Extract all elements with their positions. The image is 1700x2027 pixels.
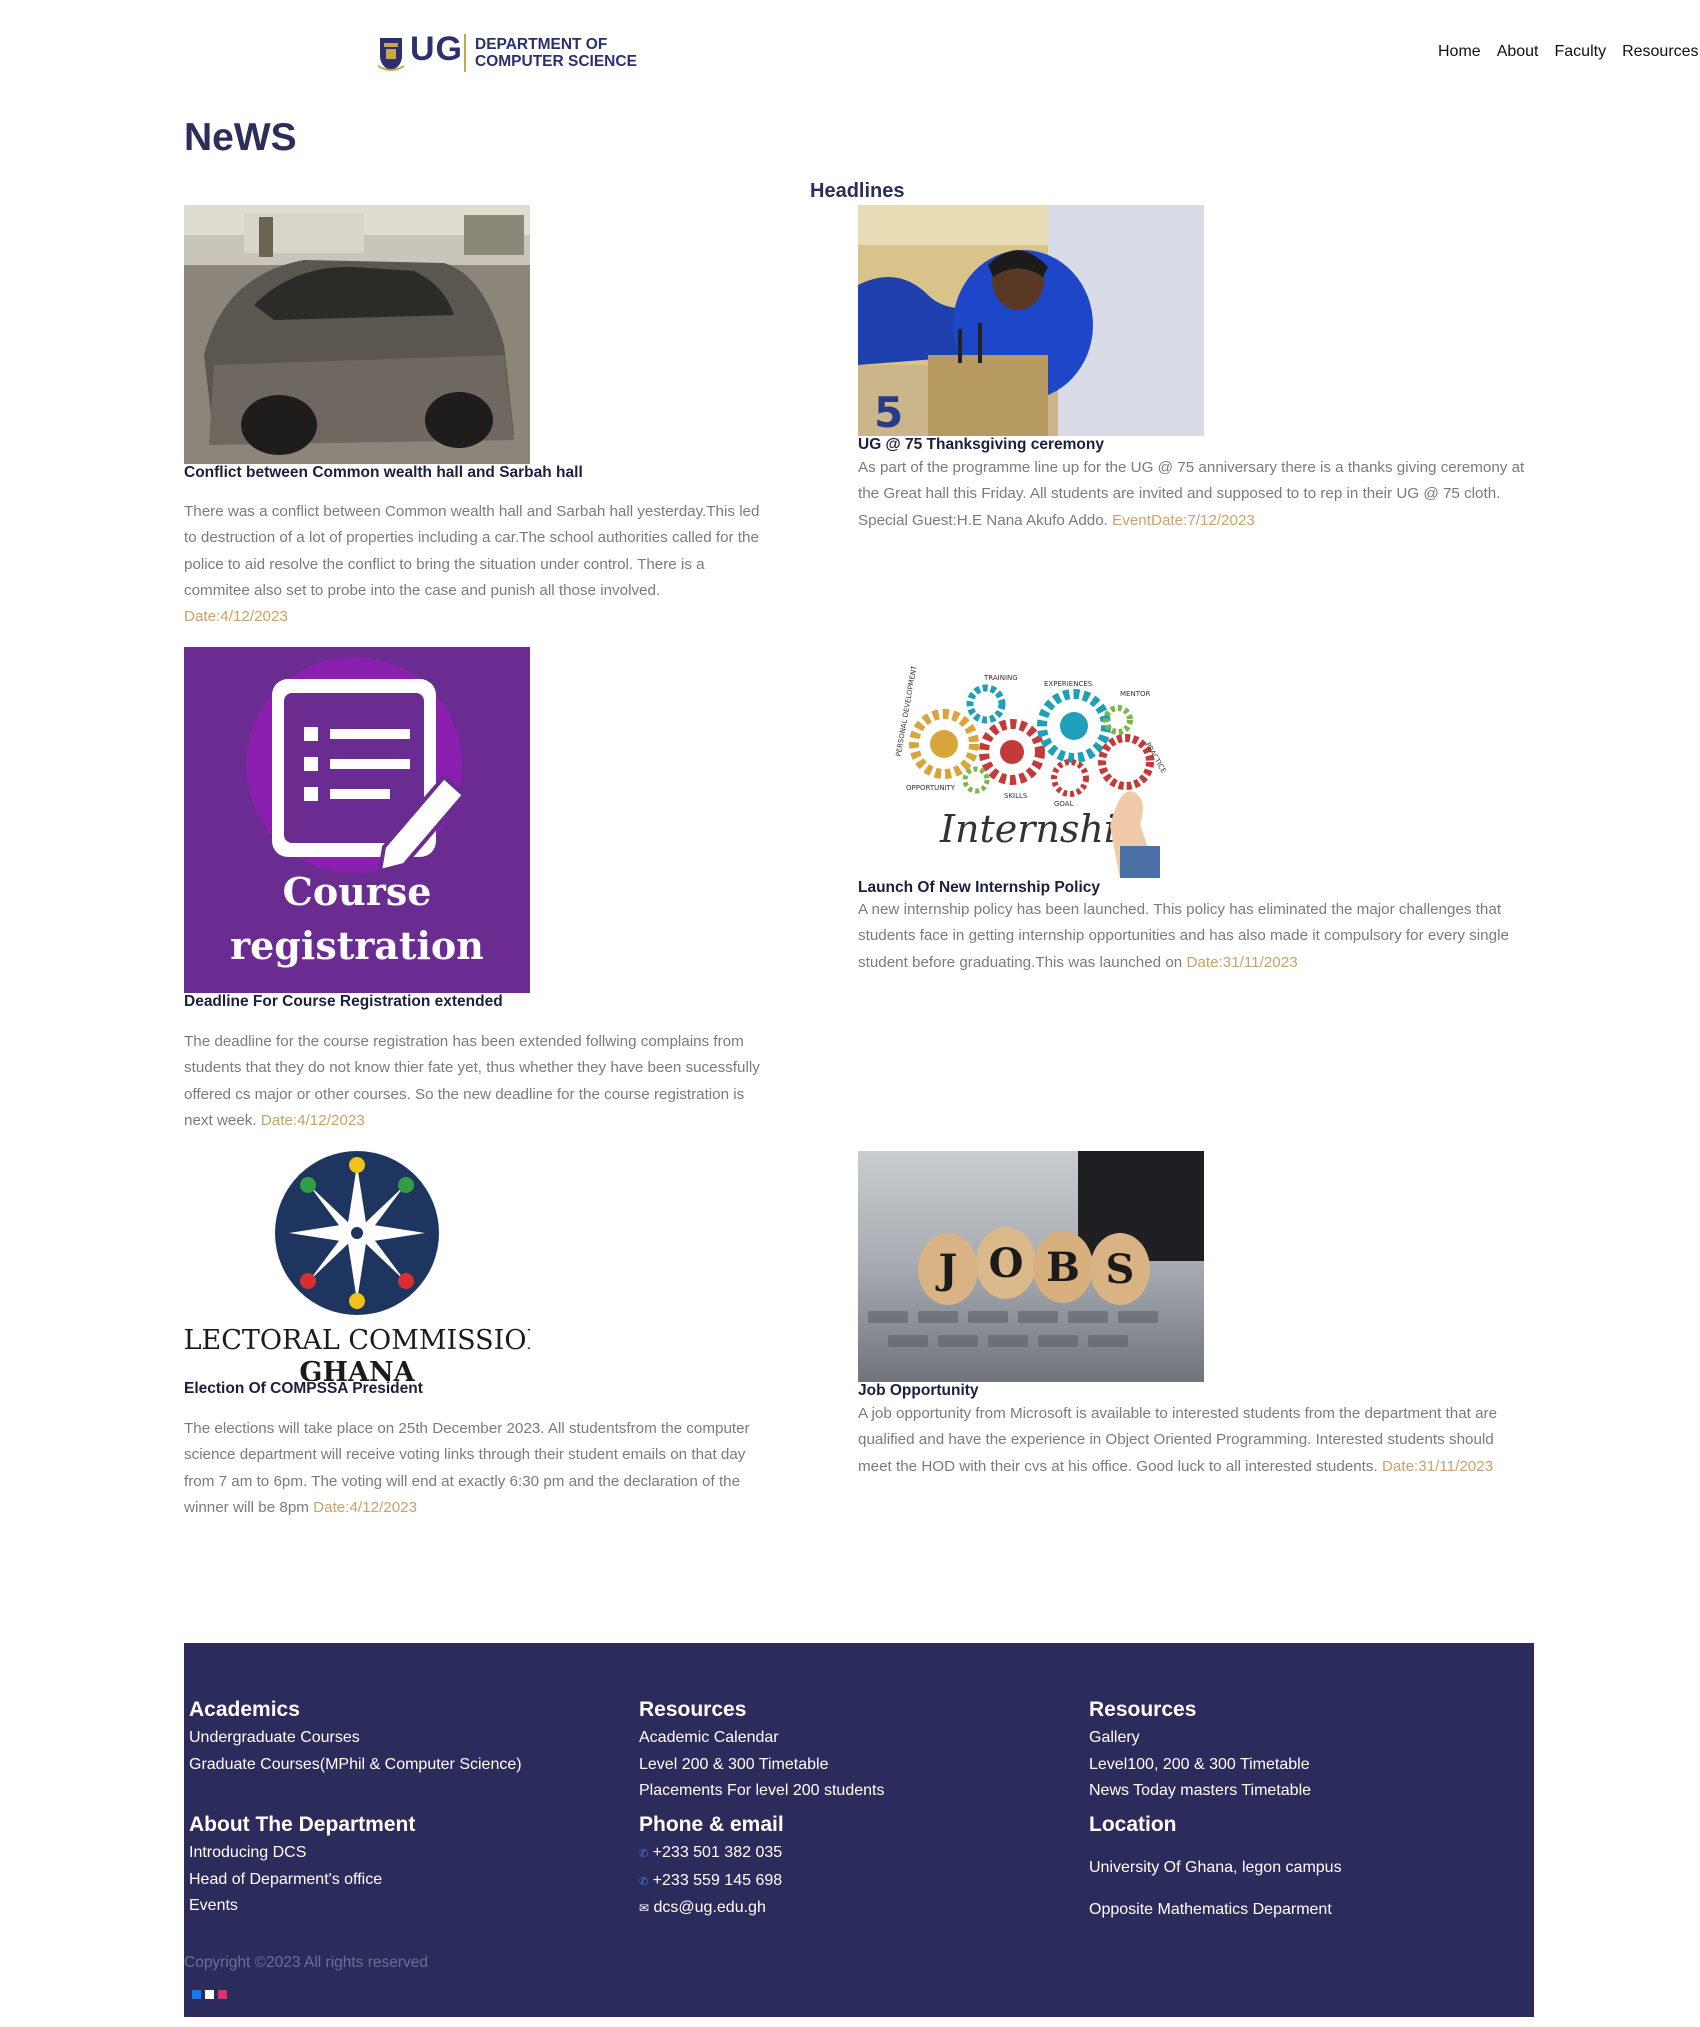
email-address: dcs@ug.edu.gh [653,1899,766,1916]
footer-phone[interactable]: ✆ +233 559 145 698 [639,1868,782,1896]
article-date: Date:4/12/2023 [260,1111,365,1129]
phone-icon: ✆ [639,1848,649,1860]
copyright: Copyright ©2023 All rights reserved [184,1954,429,1971]
article-body: A job opportunity from Microsoft is avai… [858,1401,1528,1480]
course-registration-graphic: Course registration [184,647,530,993]
main-nav: Home About Faculty Resources [1438,43,1700,61]
speaker-at-podium-photo: 5 [858,205,1204,436]
electoral-commission-logo: ELECTORAL COMMISSION GHANA [184,1151,530,1381]
logo-text-line1: ELECTORAL COMMISSION [184,1325,530,1356]
nav-about[interactable]: About [1497,43,1539,60]
jobs-letter: O [989,1240,1024,1287]
footer-heading-contact: Phone & email [639,1813,784,1836]
footer-links-resources: Academic Calendar Level 200 & 300 Timeta… [639,1725,884,1805]
article-text: The elections will take place on 25th De… [184,1420,750,1516]
internship-word: Internship [939,807,1140,851]
footer-link[interactable]: Events [189,1893,382,1920]
footer-heading-location: Location [1089,1813,1177,1836]
facebook-icon[interactable] [192,1990,201,1999]
headlines-label: Headlines [810,180,905,202]
article-body: The elections will take place on 25th De… [184,1416,764,1521]
article-date: Date:31/11/2023 [1381,1457,1494,1475]
gear-label: MENTOR [1120,690,1150,698]
footer-heading-academics: Academics [189,1698,300,1721]
article-title[interactable]: Launch Of New Internship Policy [858,879,1100,897]
phone-number: +233 559 145 698 [652,1871,783,1889]
footer-link[interactable]: Gallery [1089,1725,1311,1752]
footer-link[interactable]: Undergraduate Courses [189,1725,522,1752]
article-body: As part of the programme line up for the… [858,455,1528,534]
footer-email[interactable]: ✉ dcs@ug.edu.gh [639,1895,782,1922]
article-date: Date:31/11/2023 [1186,953,1298,971]
article-title[interactable]: UG @ 75 Thanksgiving ceremony [858,436,1104,454]
ug-logo-text[interactable]: UG [410,30,463,69]
phone-icon: ✆ [639,1875,649,1888]
page-title: NeWS [184,116,297,159]
footer-location-line1: University Of Ghana, legon campus [1089,1859,1342,1876]
nav-faculty[interactable]: Faculty [1555,43,1607,60]
site-footer: Academics Undergraduate Courses Graduate… [184,1643,1534,2017]
article-date: EventDate:7/12/2023 [1112,511,1255,529]
footer-link[interactable]: Graduate Courses(MPhil & Computer Scienc… [189,1752,522,1779]
x-icon[interactable] [205,1990,214,1999]
footer-phone[interactable]: ✆ +233 501 382 035 [639,1840,782,1868]
jobs-letter: J [936,1246,958,1293]
article-title[interactable]: Conflict between Common wealth hall and … [184,464,583,482]
gear-label: TRAINING [983,674,1018,682]
logo-divider [464,34,466,72]
article-title[interactable]: Election Of COMPSSA President [184,1380,423,1398]
footer-link[interactable]: Academic Calendar [639,1725,884,1752]
jobs-blocks-photo: J O B S [858,1151,1204,1382]
logo-text-line2: GHANA [299,1357,415,1381]
social-icons [192,1986,231,2004]
nav-home[interactable]: Home [1438,43,1481,60]
footer-links-academics: Undergraduate Courses Graduate Courses(M… [189,1725,522,1778]
footer-link[interactable]: Introducing DCS [189,1840,382,1867]
article-body: There was a conflict between Common weal… [184,499,764,630]
article-title[interactable]: Job Opportunity [858,1382,979,1400]
article-body: The deadline for the course registration… [184,1029,764,1134]
footer-links-resources-2: Gallery Level100, 200 & 300 Timetable Ne… [1089,1725,1311,1805]
footer-link[interactable]: News Today masters Timetable [1089,1778,1311,1805]
burnt-car-photo [184,205,530,464]
email-icon: ✉ [639,1901,650,1915]
internship-gears-graphic: TRAINING PERSONAL DEVELOPMENT EXPERIENCE… [858,666,1204,878]
department-name-line1: DEPARTMENT OF [475,36,608,53]
footer-heading-about: About The Department [189,1813,416,1836]
phone-number: +233 501 382 035 [652,1844,783,1861]
footer-heading-resources: Resources [639,1698,747,1721]
article-text: There was a conflict between Common weal… [184,503,760,599]
gear-label: OPPORTUNITY [906,784,956,792]
jobs-letter: B [1046,1244,1080,1291]
article-text: A new internship policy has been launche… [858,901,1509,971]
gear-label: EXPERIENCES [1044,680,1093,688]
article-title[interactable]: Deadline For Course Registration extende… [184,993,503,1011]
ug-crest-icon [377,36,405,72]
graphic-text-line2: registration [230,923,484,968]
footer-link[interactable]: Level 200 & 300 Timetable [639,1752,884,1779]
instagram-icon[interactable] [218,1990,227,1999]
footer-contact: ✆ +233 501 382 035 ✆ +233 559 145 698 ✉ … [639,1840,782,1922]
article-date: Date:4/12/2023 [313,1498,418,1516]
article-date: Date:4/12/2023 [184,608,288,626]
article-body: A new internship policy has been launche… [858,897,1528,976]
footer-links-about: Introducing DCS Head of Deparment's offi… [189,1840,382,1920]
department-name: DEPARTMENT OF COMPUTER SCIENCE [475,36,637,70]
footer-link[interactable]: Placements For level 200 students [639,1778,884,1805]
footer-link[interactable]: Head of Deparment's office [189,1867,382,1894]
footer-link[interactable]: Level100, 200 & 300 Timetable [1089,1752,1311,1779]
gear-label: SKILLS [1004,792,1028,800]
footer-location-line2: Opposite Mathematics Deparment [1089,1901,1332,1918]
footer-heading-resources-2: Resources [1089,1698,1197,1721]
graphic-text-line1: Course [283,869,432,914]
department-name-line2: COMPUTER SCIENCE [475,53,637,70]
jobs-letter: S [1106,1246,1135,1293]
podium-number: 5 [874,388,903,436]
nav-resources[interactable]: Resources [1622,43,1698,60]
